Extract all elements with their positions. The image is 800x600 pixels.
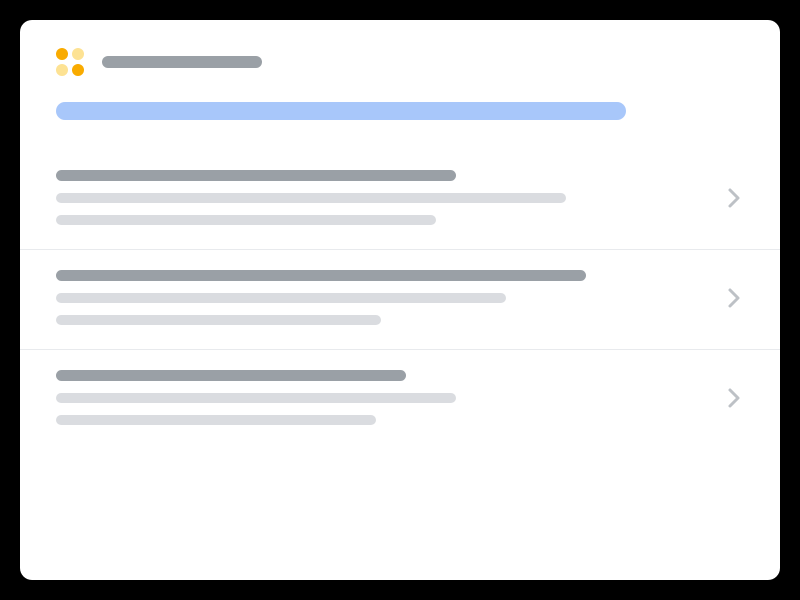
chevron-right-icon <box>724 188 744 208</box>
list-item-content <box>56 270 704 325</box>
item-line-placeholder <box>56 293 506 303</box>
four-dot-logo-icon <box>56 48 84 76</box>
item-title-placeholder <box>56 270 586 281</box>
list-item[interactable] <box>20 150 780 250</box>
item-line-placeholder <box>56 193 566 203</box>
item-line-placeholder <box>56 215 436 225</box>
list-item[interactable] <box>20 250 780 350</box>
item-line-placeholder <box>56 315 381 325</box>
highlight-bar <box>56 102 626 120</box>
list-item-content <box>56 370 704 425</box>
result-list <box>20 150 780 449</box>
header-title-placeholder <box>102 56 262 68</box>
chevron-right-icon <box>724 288 744 308</box>
chevron-right-icon <box>724 388 744 408</box>
list-item-content <box>56 170 704 225</box>
item-line-placeholder <box>56 415 376 425</box>
item-title-placeholder <box>56 170 456 181</box>
header <box>56 48 744 76</box>
content-card <box>20 20 780 580</box>
item-title-placeholder <box>56 370 406 381</box>
item-line-placeholder <box>56 393 456 403</box>
list-item[interactable] <box>20 350 780 449</box>
